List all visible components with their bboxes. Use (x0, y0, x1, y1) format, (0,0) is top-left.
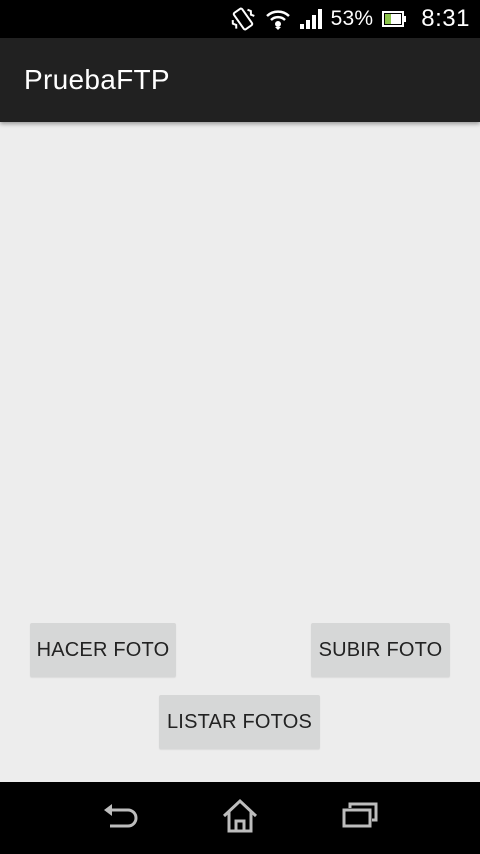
battery-percent: 53% (330, 7, 374, 30)
status-icons: 53% 8:31 (229, 0, 470, 38)
app-title: PruebaFTP (24, 64, 170, 95)
recent-apps-button[interactable] (320, 782, 400, 854)
back-button[interactable] (80, 782, 160, 854)
navigation-bar (0, 782, 480, 854)
recent-apps-icon (340, 800, 380, 837)
wifi-icon (265, 7, 291, 31)
battery-icon (381, 10, 407, 28)
listar-fotos-button[interactable]: LISTAR FOTOS (159, 695, 320, 749)
status-bar: 53% 8:31 (0, 0, 480, 38)
back-icon (100, 800, 140, 837)
signal-icon (299, 8, 323, 30)
vibrate-icon (229, 6, 257, 32)
clock: 8:31 (421, 5, 470, 32)
home-icon (220, 798, 260, 839)
action-bar: PruebaFTP (0, 38, 480, 122)
main-content: HACER FOTO SUBIR FOTO LISTAR FOTOS (0, 122, 480, 782)
hacer-foto-button[interactable]: HACER FOTO (30, 623, 176, 677)
subir-foto-button[interactable]: SUBIR FOTO (311, 623, 450, 677)
home-button[interactable] (200, 782, 280, 854)
